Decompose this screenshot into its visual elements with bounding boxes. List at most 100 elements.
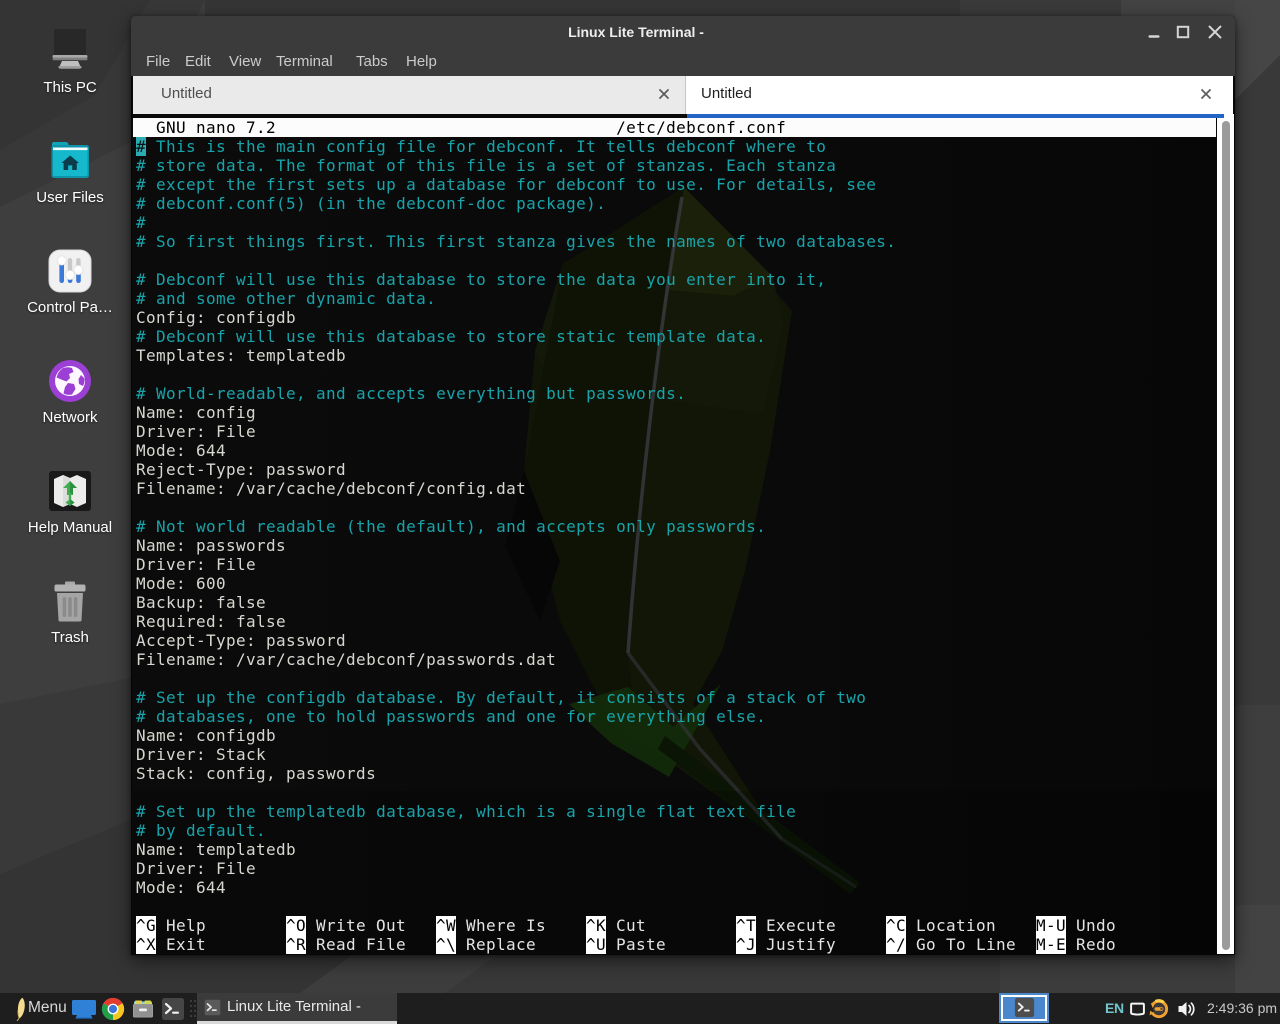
nano-line: Driver: File	[136, 422, 896, 441]
terminal-launcher-icon[interactable]	[159, 993, 187, 1024]
tab-close-icon[interactable]	[1194, 82, 1218, 106]
nano-line	[136, 365, 896, 384]
nano-line: Driver: File	[136, 555, 896, 574]
tray-terminal-button[interactable]	[999, 993, 1049, 1023]
nano-line: # Debconf will use this database to stor…	[136, 327, 896, 346]
shortcut-label: Write Out	[306, 916, 406, 935]
desktop-icon-label: Help Manual	[22, 519, 118, 536]
menu-edit[interactable]: Edit	[185, 48, 211, 76]
taskbar: Menu	[0, 993, 1280, 1024]
nano-line: # by default.	[136, 821, 896, 840]
terminal-launcher-icon-glyph	[161, 997, 185, 1021]
menu-button[interactable]: Menu	[0, 993, 70, 1024]
tab-untitled-1[interactable]: Untitled	[133, 76, 686, 114]
nano-line: # Debconf will use this database to stor…	[136, 270, 896, 289]
tab-close-icon-glyph	[1200, 88, 1212, 100]
nano-line: Mode: 644	[136, 878, 896, 897]
shortcut-key: ^J	[736, 935, 756, 954]
shortcut-label: Where Is	[456, 916, 546, 935]
nano-line: # and some other dynamic data.	[136, 289, 896, 308]
menu-tabs[interactable]: Tabs	[356, 48, 388, 76]
nano-line: # Set up the configdb database. By defau…	[136, 688, 896, 707]
nano-line: # store data. The format of this file is…	[136, 156, 896, 175]
keyboard-layout-indicator[interactable]: EN	[1105, 993, 1124, 1024]
tab-close-icon[interactable]	[652, 82, 676, 106]
nano-line: # debconf.conf(5) (in the debconf-doc pa…	[136, 194, 896, 213]
menu-help[interactable]: Help	[406, 48, 437, 76]
shortcut-key: ^X	[136, 935, 156, 954]
shortcut-key: M-U	[1036, 916, 1066, 935]
desktop-icon-trash[interactable]: Trash	[22, 577, 118, 646]
shortcut-label: Help	[156, 916, 206, 935]
shortcut-key: ^R	[286, 935, 306, 954]
maximize-button[interactable]	[1170, 16, 1196, 48]
nano-shortcut: ^T Execute	[736, 916, 836, 935]
desktop-icon-this-pc[interactable]: This PC	[22, 27, 118, 96]
window-button-label: Linux Lite Terminal -	[227, 993, 361, 1021]
taskbar-window-button[interactable]: Linux Lite Terminal -	[197, 993, 397, 1024]
volume-tray-icon-glyph	[1177, 1000, 1196, 1018]
terminal-screen[interactable]: GNU nano 7.2 /etc/debconf.conf # This is…	[133, 114, 1216, 954]
shortcut-key: ^\	[436, 935, 456, 954]
shortcut-label: Exit	[156, 935, 206, 954]
desktop-icon-label: Control Pa…	[22, 299, 118, 316]
nano-line: Stack: config, passwords	[136, 764, 896, 783]
desktop-icon-label: Trash	[22, 629, 118, 646]
desktop-icon-control-panel[interactable]: Control Pa…	[22, 247, 118, 316]
minimize-button[interactable]	[1141, 16, 1167, 48]
display-tray-icon[interactable]	[1130, 993, 1146, 1024]
desktop-icon-user-files[interactable]: User Files	[22, 137, 118, 206]
nano-shortcut: M-U Undo	[1036, 916, 1116, 935]
nano-cursor: #	[136, 137, 146, 156]
clock[interactable]: 2:49:36 pm	[1207, 993, 1277, 1024]
tab-label: Untitled	[161, 76, 212, 113]
menu-terminal[interactable]: Terminal	[276, 48, 333, 76]
active-tab-underline	[687, 114, 1224, 118]
nano-shortcut: ^X Exit	[136, 935, 206, 954]
desktop-icon-help-manual[interactable]: Help Manual	[22, 467, 118, 536]
tray-terminal-button-glyph	[1014, 997, 1035, 1018]
menu-button-label: Menu	[28, 993, 67, 1024]
menu-view[interactable]: View	[229, 48, 261, 76]
nano-line: # databases, one to hold passwords and o…	[136, 707, 896, 726]
tab-untitled-2[interactable]: Untitled	[687, 76, 1226, 114]
nano-line: Config: configdb	[136, 308, 896, 327]
nano-line: Templates: templatedb	[136, 346, 896, 365]
tab-label: Untitled	[701, 76, 752, 113]
window-title: Linux Lite Terminal -	[131, 16, 1141, 48]
terminal-window-icon	[204, 999, 221, 1016]
updates-tray-icon[interactable]	[1148, 993, 1172, 1024]
menu-file[interactable]: File	[146, 48, 170, 76]
nano-line: Name: configdb	[136, 726, 896, 745]
nano-shortcut: ^J Justify	[736, 935, 836, 954]
scrollbar-thumb[interactable]	[1222, 121, 1230, 950]
nano-line	[136, 783, 896, 802]
nano-shortcut: M-E Redo	[1036, 935, 1116, 954]
close-button[interactable]	[1202, 16, 1228, 48]
nano-line: #	[136, 213, 896, 232]
nano-line	[136, 897, 896, 916]
shortcut-label: Read File	[306, 935, 406, 954]
file-manager-icon[interactable]	[129, 993, 157, 1024]
nano-shortcut: ^U Paste	[586, 935, 666, 954]
settings-sliders-icon	[46, 247, 94, 295]
updates-tray-icon-glyph	[1148, 998, 1170, 1020]
shortcut-key: M-E	[1036, 935, 1066, 954]
chrome-icon[interactable]	[99, 993, 127, 1024]
nano-line: Backup: false	[136, 593, 896, 612]
shortcut-label: Undo	[1066, 916, 1116, 935]
volume-tray-icon[interactable]	[1177, 993, 1197, 1024]
network-globe-icon	[46, 357, 94, 405]
nano-line: Mode: 644	[136, 441, 896, 460]
desktop-icon-network[interactable]: Network	[22, 357, 118, 426]
terminal-scrollbar[interactable]	[1217, 114, 1234, 954]
shortcut-label: Location	[906, 916, 996, 935]
maximize-button-glyph	[1176, 25, 1190, 39]
show-desktop-icon[interactable]	[70, 993, 98, 1024]
nano-shortcut: ^\ Replace	[436, 935, 536, 954]
window-titlebar[interactable]: Linux Lite Terminal -	[131, 16, 1235, 48]
shortcut-label: Justify	[756, 935, 836, 954]
nano-line: Name: passwords	[136, 536, 896, 555]
nano-shortcuts-row2: ^X Exit ^R Read File ^\ Replace ^U Paste ^J …	[136, 935, 1216, 954]
shortcut-key: ^U	[586, 935, 606, 954]
